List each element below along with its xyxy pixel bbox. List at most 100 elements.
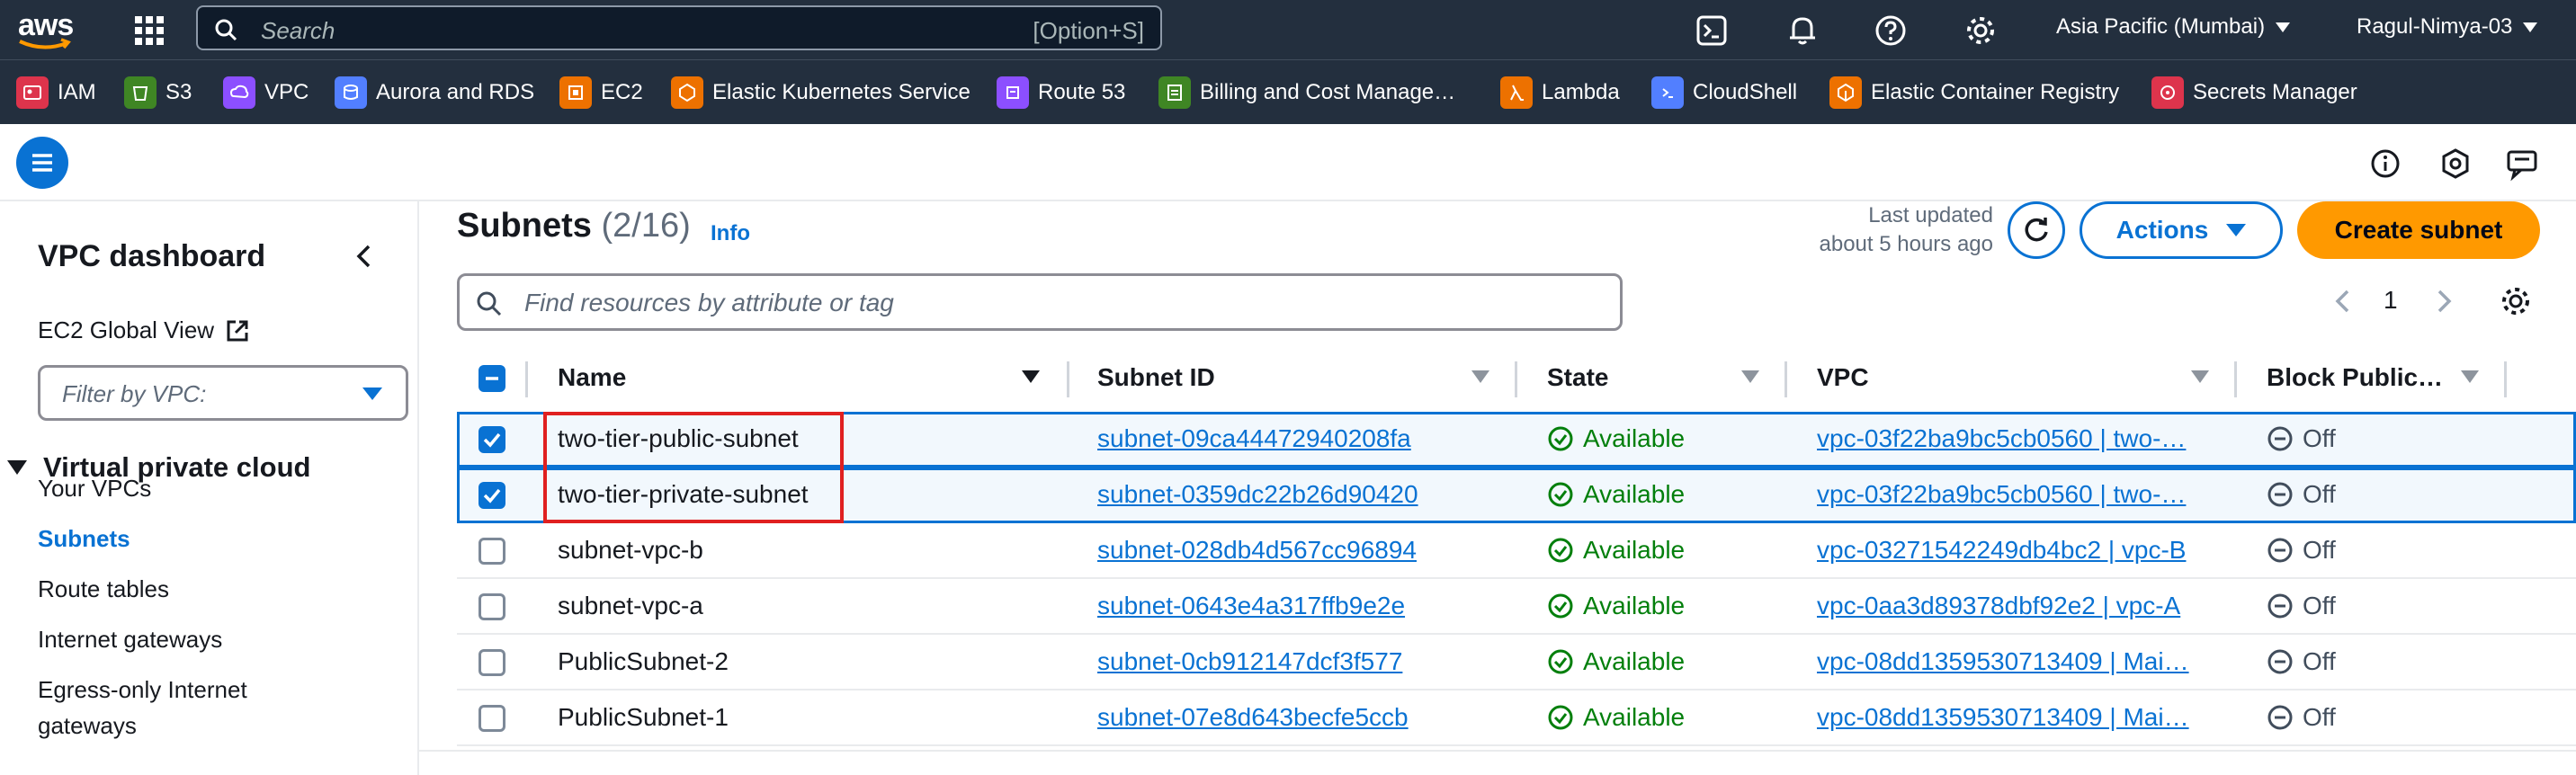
row-checkbox[interactable] (479, 538, 505, 565)
column-header-name[interactable]: Name (558, 363, 626, 392)
block-label: Off (2303, 703, 2336, 731)
region-selector[interactable]: Asia Pacific (Mumbai) (2056, 14, 2291, 40)
favorite-label: Elastic Container Registry (1871, 80, 2120, 104)
global-search-input[interactable]: Search [Option+S] (196, 5, 1162, 50)
feedback-icon[interactable] (2504, 146, 2540, 182)
page-number[interactable]: 1 (2384, 286, 2398, 315)
actions-dropdown-button[interactable]: Actions (2080, 201, 2283, 259)
favorite-label: Billing and Cost Manage… (1200, 80, 1456, 104)
lambda-icon (1500, 76, 1533, 109)
column-header-state[interactable]: State (1547, 363, 1608, 392)
favorite-label: Route 53 (1038, 80, 1126, 104)
favorite-cloudshell[interactable]: CloudShell (1651, 76, 1797, 109)
cell-name: subnet-vpc-b (558, 536, 703, 564)
cell-block-public-access: Off (2267, 536, 2336, 565)
sort-icon[interactable] (2461, 370, 2479, 383)
table-row[interactable]: PublicSubnet-1 subnet-07e8d643becfe5ccb … (457, 690, 2576, 746)
cell-state: Available (1547, 536, 1685, 565)
cell-subnet-id-link[interactable]: subnet-028db4d567cc96894 (1097, 536, 1417, 565)
row-checkbox[interactable] (479, 649, 505, 676)
filter-placeholder: Filter by VPC: (62, 380, 207, 407)
chevron-left-icon[interactable] (349, 241, 380, 272)
account-menu[interactable]: Ragul-Nimya-03 (2357, 14, 2538, 40)
favorite-label: Aurora and RDS (376, 80, 535, 104)
last-updated-time: about 5 hours ago (1819, 232, 1994, 256)
favorite-aurora-rds[interactable]: Aurora and RDS (335, 76, 534, 109)
sidebar-item-internet-gateways[interactable]: Internet gateways (38, 622, 222, 656)
cell-vpc-link[interactable]: vpc-08dd1359530713409 | Mai… (1817, 703, 2204, 732)
favorite-eks[interactable]: Elastic Kubernetes Service (671, 76, 970, 109)
block-label: Off (2303, 536, 2336, 564)
cell-subnet-id-link[interactable]: subnet-0cb912147dcf3f577 (1097, 647, 1402, 676)
refresh-button[interactable] (2008, 201, 2065, 259)
favorite-s3[interactable]: S3 (124, 76, 192, 109)
chevron-left-icon[interactable] (2330, 286, 2357, 316)
select-all-checkbox[interactable] (479, 365, 505, 392)
favorite-lambda[interactable]: Lambda (1500, 76, 1620, 109)
row-checkbox[interactable] (479, 593, 505, 620)
help-icon[interactable] (1873, 13, 1909, 49)
cell-subnet-id-link[interactable]: subnet-09ca44472940208fa (1097, 424, 1411, 453)
hamburger-menu-icon[interactable] (16, 137, 68, 189)
table-preferences-gear-icon[interactable] (2499, 284, 2533, 318)
s3-icon (124, 76, 157, 109)
cell-vpc-link[interactable]: vpc-08dd1359530713409 | Mai… (1817, 647, 2204, 676)
sort-icon[interactable] (1741, 370, 1759, 383)
state-label: Available (1583, 480, 1686, 508)
state-label: Available (1583, 647, 1686, 675)
favorite-ec2[interactable]: EC2 (559, 76, 643, 109)
sidebar-item-egress-only-internet-gateways-line2[interactable]: gateways (38, 708, 137, 743)
state-label: Available (1583, 592, 1686, 619)
sidebar-item-label: EC2 Global View (38, 316, 215, 343)
table-row[interactable]: subnet-vpc-b subnet-028db4d567cc96894 Av… (457, 523, 2576, 579)
sidebar-item-route-tables[interactable]: Route tables (38, 572, 169, 606)
favorite-secrets-manager[interactable]: Secrets Manager (2151, 76, 2357, 109)
cell-subnet-id-link[interactable]: subnet-07e8d643becfe5ccb (1097, 703, 1409, 732)
gear-icon[interactable] (1963, 13, 1999, 49)
hexagon-settings-icon[interactable] (2437, 146, 2473, 182)
sidebar-item-ec2-global-view[interactable]: EC2 Global View (38, 316, 250, 344)
cell-vpc-link[interactable]: vpc-03271542249db4bc2 | vpc-B (1817, 536, 2204, 565)
favorite-billing[interactable]: Billing and Cost Manage… (1158, 76, 1455, 109)
cloudshell-icon[interactable] (1695, 13, 1731, 49)
search-placeholder: Find resources by attribute or tag (524, 289, 894, 316)
column-header-subnet-id[interactable]: Subnet ID (1097, 363, 1215, 392)
column-header-vpc[interactable]: VPC (1817, 363, 1869, 392)
cell-vpc-link[interactable]: vpc-03f22ba9bc5cb0560 | two-… (1817, 480, 2204, 509)
favorite-iam[interactable]: IAM (16, 76, 96, 109)
resource-search-input[interactable]: Find resources by attribute or tag (457, 273, 1623, 331)
favorite-vpc[interactable]: VPC (223, 76, 309, 109)
sort-icon[interactable] (1471, 370, 1489, 383)
search-icon (477, 291, 502, 316)
row-checkbox[interactable] (479, 705, 505, 732)
cell-vpc-link[interactable]: vpc-03f22ba9bc5cb0560 | two-… (1817, 424, 2204, 453)
row-checkbox[interactable] (479, 482, 505, 509)
table-row[interactable]: PublicSubnet-2 subnet-0cb912147dcf3f577 … (457, 635, 2576, 690)
sidebar-title[interactable]: VPC dashboard (38, 239, 265, 274)
table-row[interactable]: subnet-vpc-a subnet-0643e4a317ffb9e2e Av… (457, 579, 2576, 635)
cell-vpc-link[interactable]: vpc-0aa3d89378dbf92e2 | vpc-A (1817, 592, 2204, 620)
column-header-block-public-access[interactable]: Block Public… (2267, 363, 2443, 392)
aws-logo[interactable]: aws (16, 9, 76, 50)
row-checkbox[interactable] (479, 426, 505, 453)
cell-subnet-id-link[interactable]: subnet-0359dc22b26d90420 (1097, 480, 1418, 509)
sort-desc-icon[interactable] (1022, 370, 1040, 383)
sidebar-item-egress-only-internet-gateways[interactable]: Egress-only Internet (38, 673, 247, 707)
create-subnet-button[interactable]: Create subnet (2297, 201, 2540, 259)
sidebar: VPC dashboard EC2 Global View Filter by … (0, 201, 419, 775)
services-grid-icon[interactable] (131, 13, 167, 49)
bell-icon[interactable] (1784, 13, 1820, 49)
favorite-route53[interactable]: Route 53 (997, 76, 1125, 109)
chevron-right-icon[interactable] (2430, 286, 2457, 316)
sort-icon[interactable] (2191, 370, 2209, 383)
sidebar-item-your-vpcs[interactable]: Your VPCs (38, 471, 151, 505)
info-link[interactable]: Info (711, 221, 750, 246)
status-success-icon (1548, 538, 1573, 563)
sidebar-item-subnets[interactable]: Subnets (38, 521, 130, 556)
favorite-ecr[interactable]: Elastic Container Registry (1829, 76, 2119, 109)
info-circle-icon[interactable] (2367, 146, 2403, 182)
vpc-filter-select[interactable]: Filter by VPC: (38, 365, 408, 421)
favorite-label: Lambda (1542, 80, 1620, 104)
cell-subnet-id-link[interactable]: subnet-0643e4a317ffb9e2e (1097, 592, 1405, 620)
secrets-manager-icon (2151, 76, 2184, 109)
